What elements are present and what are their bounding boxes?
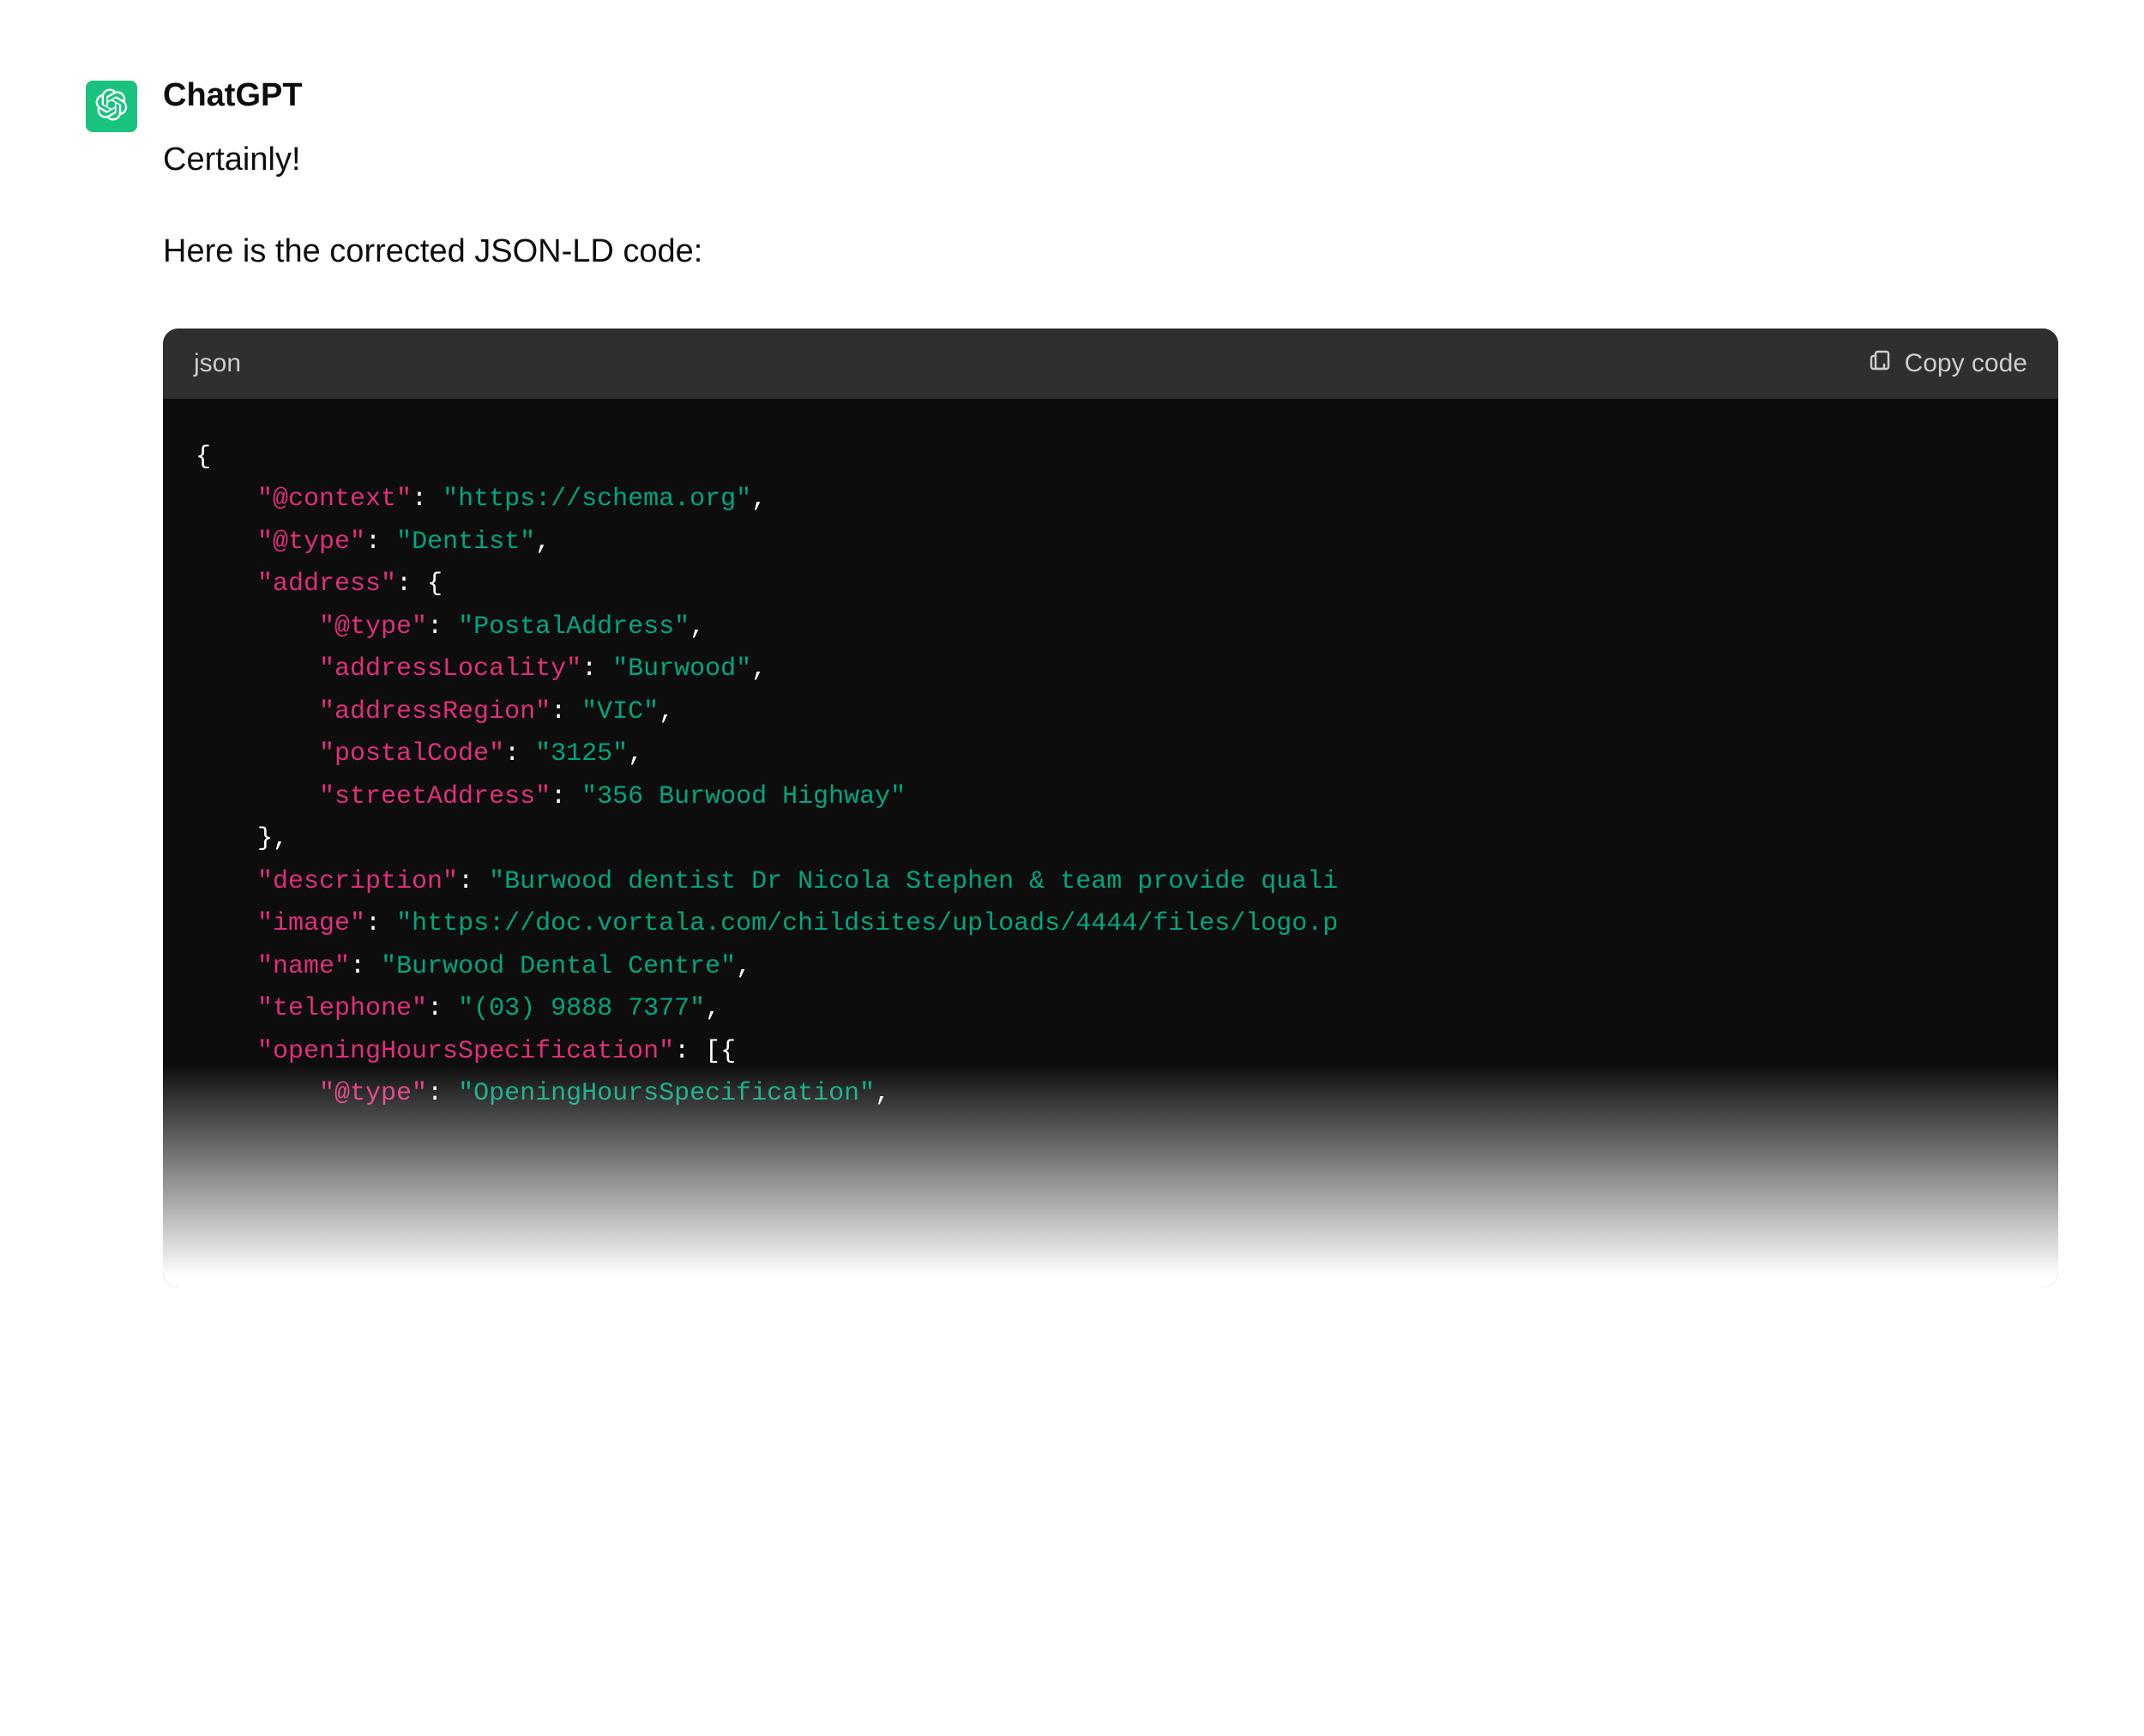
response-text: Certainly! Here is the corrected JSON-LD… (163, 135, 2058, 277)
response-line-1: Certainly! (163, 135, 2058, 185)
assistant-message: ChatGPT Certainly! Here is the corrected… (86, 77, 2058, 1287)
code-language-label: json (194, 349, 241, 378)
copy-code-button[interactable]: Copy code (1867, 347, 2027, 380)
response-line-2: Here is the corrected JSON-LD code: (163, 226, 2058, 277)
avatar (86, 81, 137, 132)
author-name: ChatGPT (163, 77, 2058, 114)
code-pre: { "@context": "https://schema.org", "@ty… (196, 437, 2026, 1116)
openai-logo-icon (95, 88, 128, 125)
code-block: json Copy code { "@context": "https://sc… (163, 329, 2058, 1287)
message-content: ChatGPT Certainly! Here is the corrected… (163, 77, 2058, 1287)
code-body: { "@context": "https://schema.org", "@ty… (163, 399, 2058, 1287)
copy-code-label: Copy code (1905, 349, 2027, 378)
code-header: json Copy code (163, 329, 2058, 399)
clipboard-icon (1867, 347, 1893, 380)
